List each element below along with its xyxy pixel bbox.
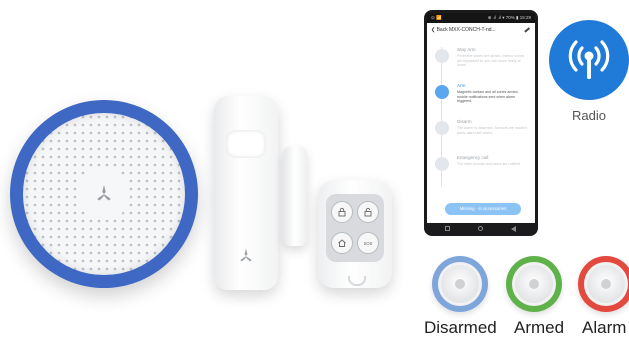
status-logo-icon	[455, 279, 465, 289]
home-icon	[338, 239, 346, 247]
radio-signal-icon	[568, 40, 610, 79]
mode-description: The alarm is disarmed. Sensors are inact…	[457, 126, 529, 135]
accessories-button[interactable]: Missing · in accessories	[445, 203, 521, 215]
mode-icon	[435, 49, 449, 63]
edit-icon[interactable]	[524, 27, 530, 33]
status-label-alarm: Alarm	[582, 318, 627, 337]
phone-nav-bar	[427, 223, 535, 234]
remote-unlock-button[interactable]	[357, 201, 379, 223]
app-header: ❮ Back MXX-CONCH-T-nd...	[427, 23, 535, 37]
mode-emergency-call[interactable]: Emergency call The siren sounds and user…	[433, 153, 531, 183]
svg-text:SOS: SOS	[364, 241, 373, 246]
mode-arm[interactable]: Arm Magnetic contact and all zones armed…	[433, 81, 531, 111]
remote-keyfob: SOS	[318, 180, 392, 288]
app-screen: ❮ Back MXX-CONCH-T-nd... Stay Arm Perime…	[427, 23, 535, 223]
mode-icon	[435, 121, 449, 135]
mode-stay-arm[interactable]: Stay Arm Perimeter zones are armed, inte…	[433, 45, 531, 75]
status-disarmed-light	[432, 256, 488, 312]
remote-home-button[interactable]	[331, 232, 353, 254]
hub-center	[78, 168, 130, 220]
hub-logo-icon	[97, 185, 111, 201]
smartphone: ⊙ 📶 ⊕ .ıl .ıl ▾ 70% ▮ 15:29 ❮ Back MXX-C…	[424, 10, 538, 236]
mode-icon	[435, 85, 449, 99]
hub-speaker-grille	[23, 113, 185, 275]
sensor-magnet	[283, 146, 307, 246]
status-button	[587, 265, 625, 303]
mode-name: Disarm	[457, 119, 472, 124]
phone-status-bar: ⊙ 📶 ⊕ .ıl .ıl ▾ 70% ▮ 15:29	[427, 13, 535, 23]
status-label-disarmed: Disarmed	[424, 318, 497, 337]
status-logo-icon	[601, 279, 611, 289]
mode-icon	[435, 157, 449, 171]
sos-icon: SOS	[364, 241, 373, 246]
status-armed-light	[506, 256, 562, 312]
status-bar-left: ⊙ 📶	[431, 15, 442, 20]
nav-home-icon[interactable]	[478, 226, 483, 231]
remote-sos-button[interactable]: SOS	[357, 232, 379, 254]
sensor-window	[226, 130, 266, 158]
remote-button-panel: SOS	[326, 194, 384, 262]
sensor-logo-icon	[240, 248, 252, 262]
lock-open-icon	[364, 207, 372, 217]
mode-name: Arm	[457, 83, 466, 88]
mode-description: Magnetic contact and all zones armed, mo…	[457, 90, 519, 104]
keyring-loop	[348, 276, 366, 286]
nav-back-icon[interactable]	[511, 226, 516, 232]
status-button	[515, 265, 553, 303]
lock-closed-icon	[338, 207, 346, 217]
alarm-hub	[10, 100, 198, 288]
status-label-armed: Armed	[514, 318, 565, 337]
mode-description: Perimeter zones are armed, interior zone…	[457, 54, 525, 68]
mode-description: The siren sounds and users are notified.	[457, 162, 522, 166]
door-sensor	[214, 96, 278, 290]
mode-name: Emergency call	[457, 155, 489, 160]
device-title: MXX-CONCH-T-nd...	[449, 27, 496, 33]
mode-name: Stay Arm	[457, 47, 476, 52]
status-button	[441, 265, 479, 303]
radio-badge	[549, 20, 629, 100]
status-logo-icon	[529, 279, 539, 289]
nav-square-icon[interactable]	[445, 226, 450, 231]
remote-lock-button[interactable]	[331, 201, 353, 223]
radio-label: Radio	[572, 108, 606, 123]
status-alarm-light	[578, 256, 629, 312]
mode-disarm[interactable]: Disarm The alarm is disarmed. Sensors ar…	[433, 117, 531, 147]
back-button[interactable]: ❮ Back	[431, 23, 448, 37]
status-bar-right: ⊕ .ıl .ıl ▾ 70% ▮ 15:29	[487, 15, 531, 20]
